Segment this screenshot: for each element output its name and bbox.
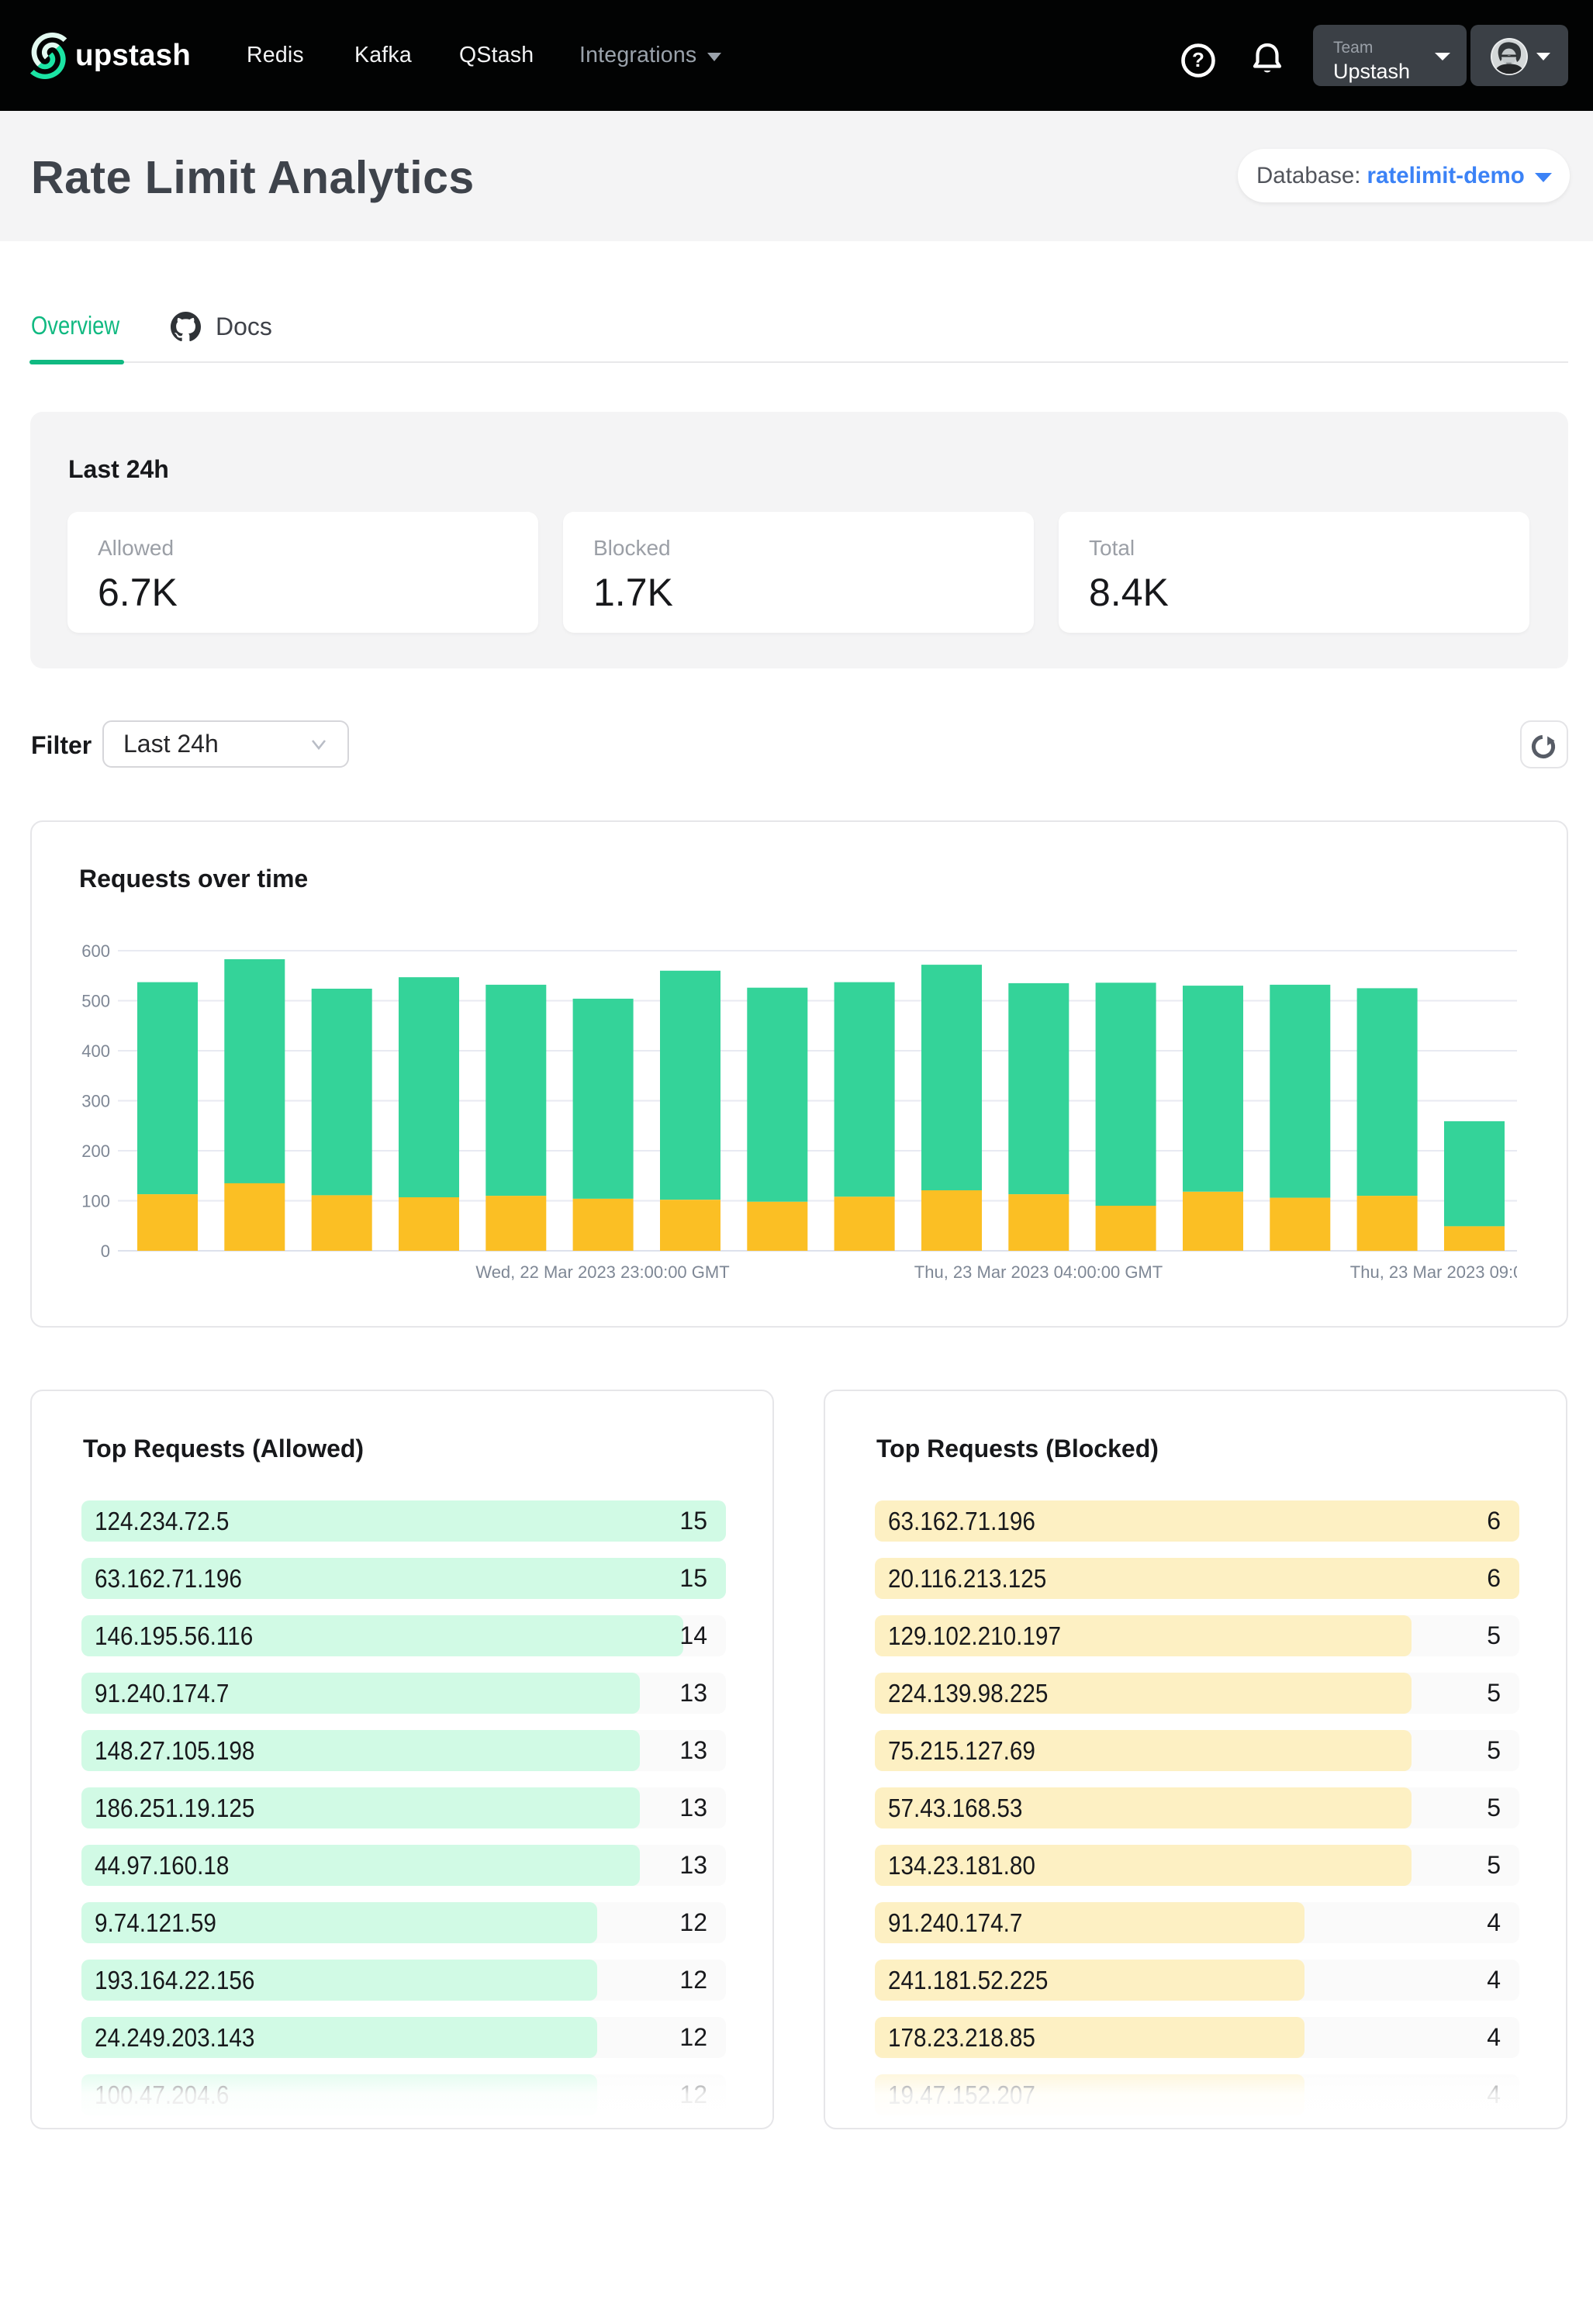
svg-text:0: 0 (101, 1241, 110, 1261)
svg-text:600: 600 (81, 941, 110, 961)
svg-text:300: 300 (81, 1092, 110, 1111)
svg-text:Wed, 22 Mar 2023 23:00:00 GMT: Wed, 22 Mar 2023 23:00:00 GMT (475, 1262, 729, 1282)
svg-text:Thu, 23 Mar 2023 04:00:00 GMT: Thu, 23 Mar 2023 04:00:00 GMT (914, 1262, 1163, 1282)
svg-text:200: 200 (81, 1141, 110, 1161)
svg-text:?: ? (1192, 48, 1204, 71)
svg-text:100: 100 (81, 1192, 110, 1211)
svg-text:400: 400 (81, 1041, 110, 1061)
svg-text:Thu, 23 Mar 2023 09:00:00 GMT: Thu, 23 Mar 2023 09:00:00 GMT (1350, 1262, 1517, 1282)
svg-text:500: 500 (81, 992, 110, 1011)
